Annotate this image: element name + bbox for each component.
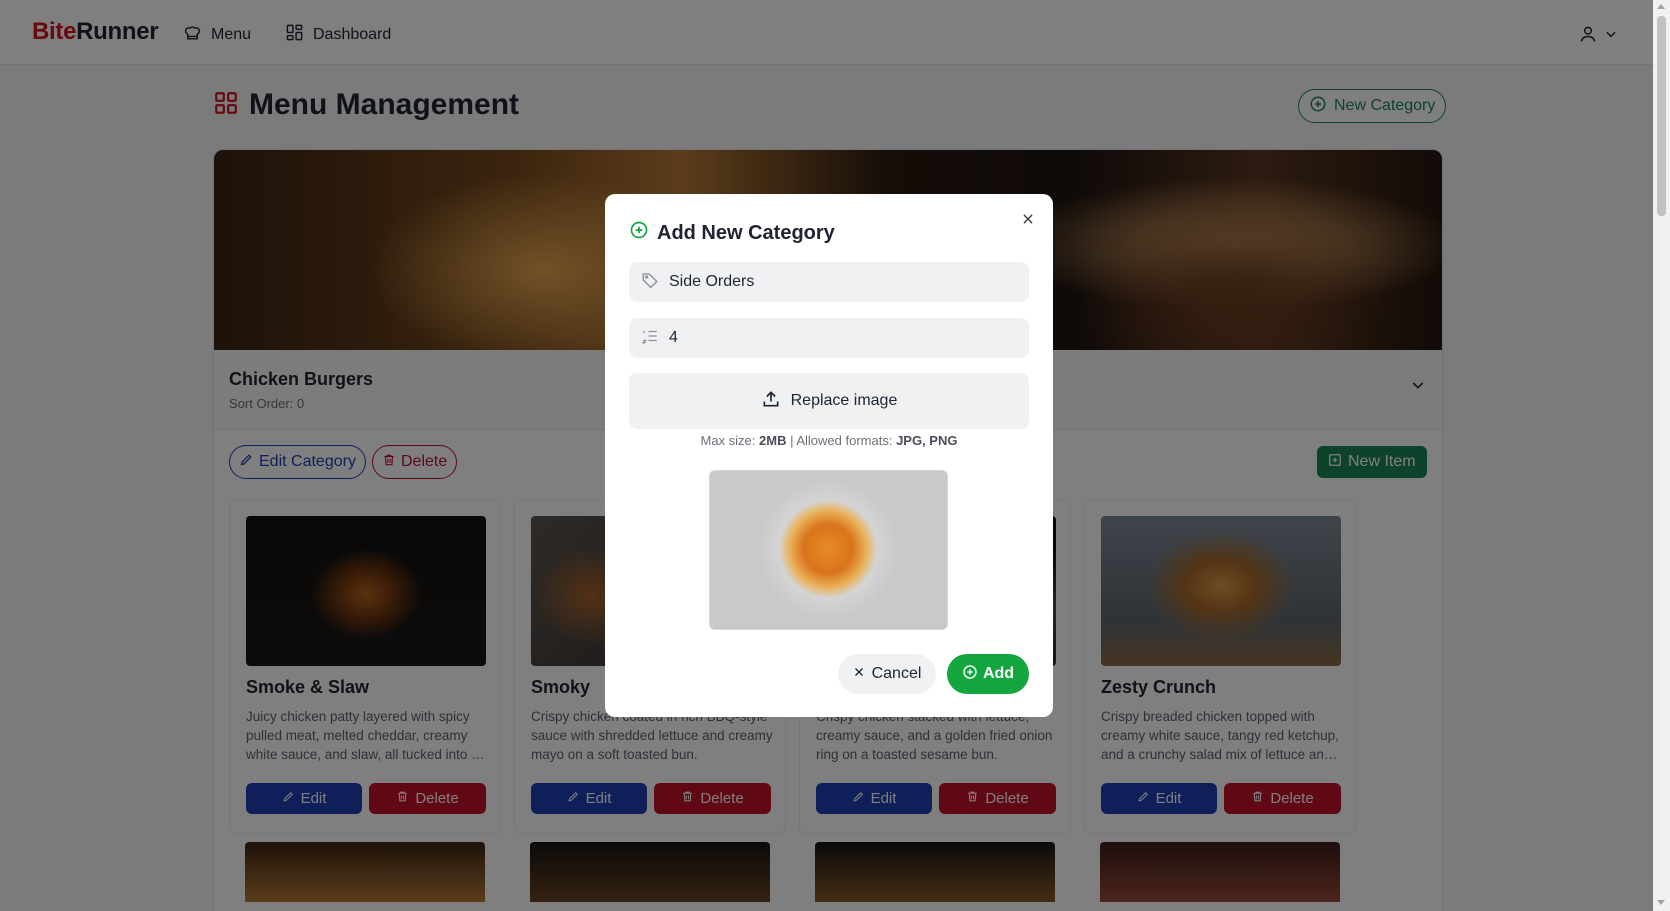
list-ordered-icon (641, 327, 659, 350)
hint-formats-value: JPG, PNG (896, 433, 958, 448)
image-preview (709, 470, 948, 630)
hint-formats-label: | Allowed formats: (786, 433, 897, 448)
scrollbar-thumb[interactable] (1657, 16, 1666, 216)
scroll-up-arrow[interactable] (1657, 4, 1665, 9)
sort-order-value: 4 (669, 329, 678, 346)
close-icon (1021, 212, 1035, 231)
upload-hint: Max size: 2MB | Allowed formats: JPG, PN… (629, 433, 1029, 448)
modal-title: Add New Category (629, 220, 835, 246)
add-button[interactable]: Add (947, 654, 1029, 694)
page-scrollbar[interactable] (1653, 0, 1670, 911)
add-label: Add (982, 665, 1015, 682)
hint-size-label: Max size: (700, 433, 760, 448)
scroll-down-arrow[interactable] (1657, 900, 1665, 905)
replace-image-button[interactable]: Replace image (629, 373, 1029, 429)
sort-order-field[interactable]: 4 (629, 318, 1029, 358)
category-name-field[interactable]: Side Orders (629, 262, 1029, 302)
modal-title-text: Add New Category (657, 221, 835, 244)
plus-circle-icon (629, 220, 649, 246)
tag-icon (641, 271, 659, 294)
cancel-button[interactable]: Cancel (838, 654, 936, 694)
replace-image-label: Replace image (790, 392, 898, 409)
upload-icon (761, 389, 781, 414)
category-name-value: Side Orders (669, 273, 755, 290)
close-button[interactable] (1015, 208, 1041, 234)
cancel-label: Cancel (871, 665, 922, 682)
plus-circle-icon (962, 664, 978, 685)
close-icon (853, 665, 865, 683)
add-category-modal: Add New Category Side Orders 4 Replace i… (605, 194, 1053, 717)
hint-size-value: 2MB (759, 433, 787, 448)
